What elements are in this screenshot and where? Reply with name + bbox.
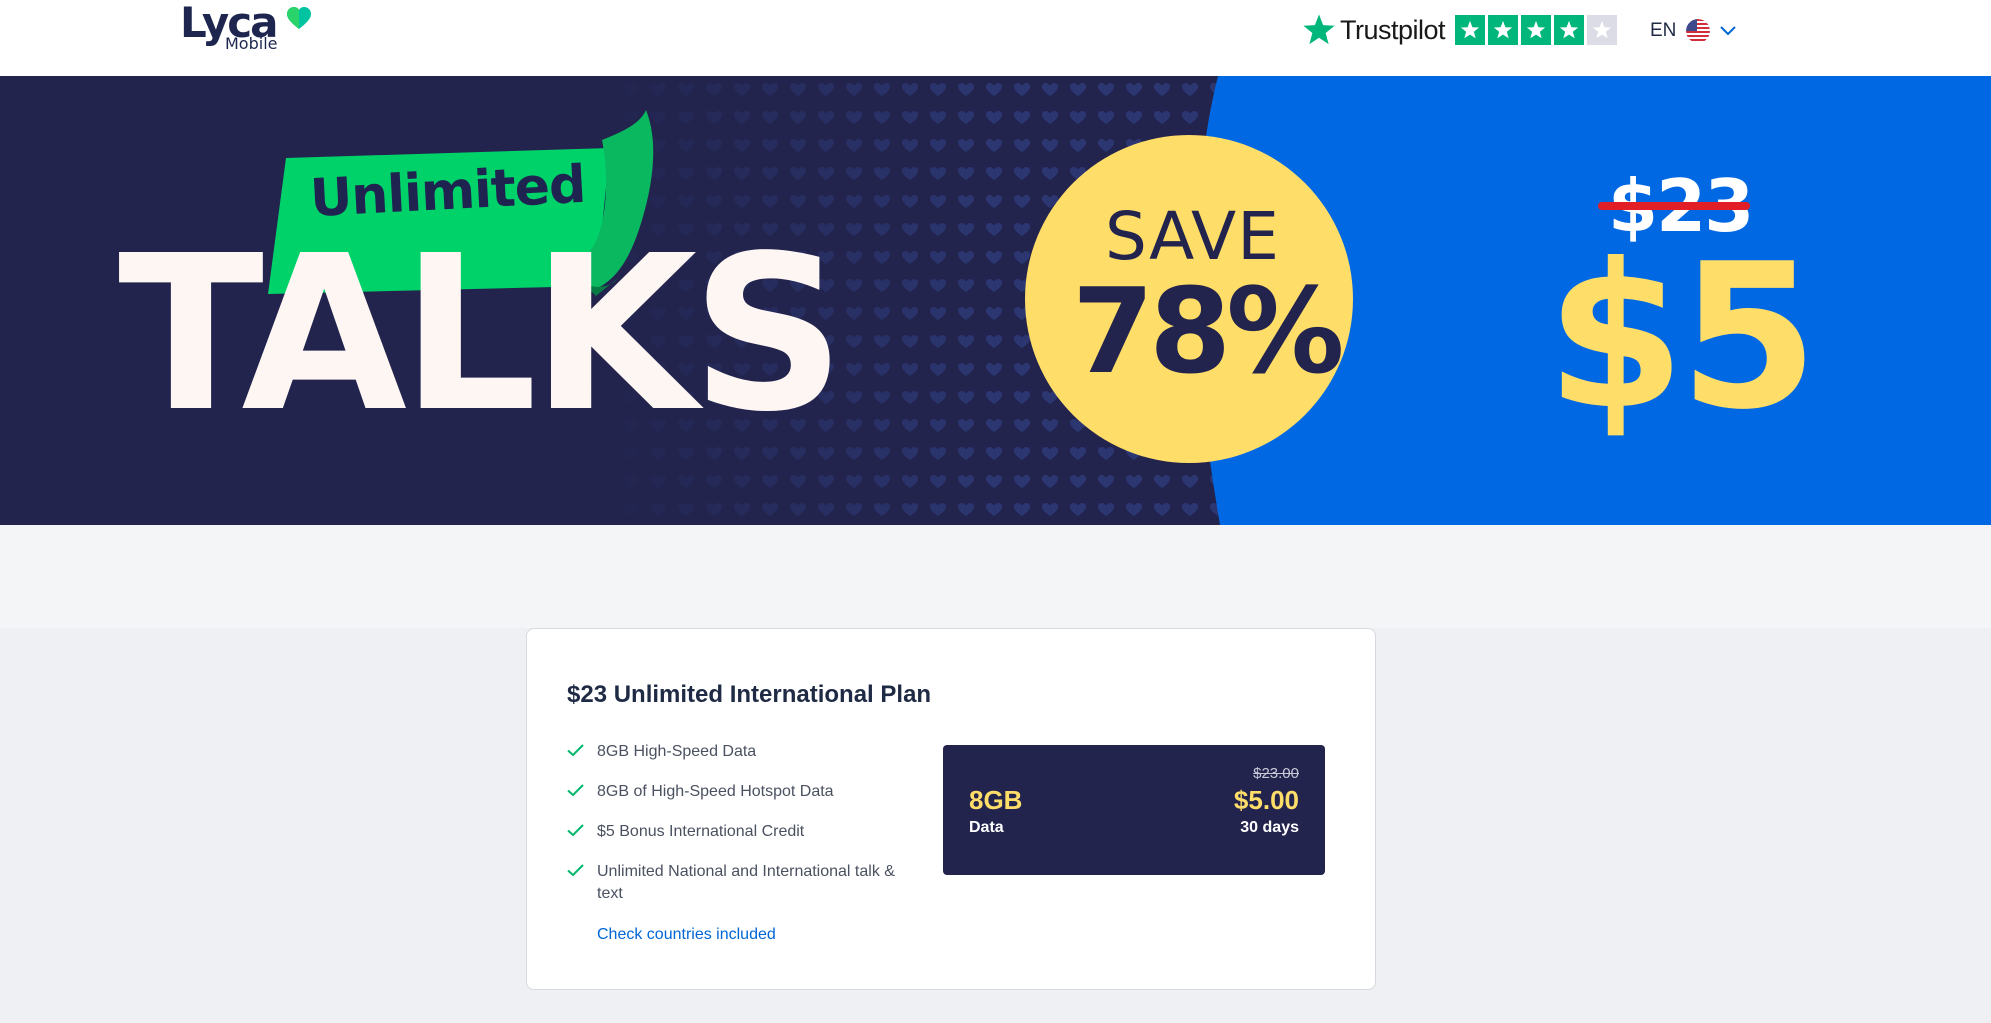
feature-text: 8GB of High-Speed Hotspot Data: [597, 783, 834, 800]
feature-item: 8GB of High-Speed Hotspot Data: [567, 781, 907, 803]
check-icon: [567, 824, 584, 837]
feature-text: Unlimited National and International tal…: [597, 863, 895, 902]
rating-star-5: [1587, 15, 1618, 45]
light-band: [0, 525, 1991, 628]
plan-features: 8GB High-Speed Data 8GB of High-Speed Ho…: [567, 741, 907, 923]
trustpilot-name: Trustpilot: [1340, 14, 1446, 45]
language-code: EN: [1650, 20, 1677, 41]
site-header: Lyca Mobile Trustpilot EN: [0, 0, 1991, 76]
chevron-down-icon: [1720, 26, 1737, 36]
feature-item: 8GB High-Speed Data: [567, 741, 907, 763]
plan-new-price: $5.00: [1233, 785, 1299, 815]
us-flag-icon: [1686, 19, 1711, 43]
star-icon: [1303, 14, 1335, 45]
save-percent: 78%: [1072, 262, 1344, 400]
rating-star-1: [1455, 15, 1486, 45]
heart-icon: [287, 7, 311, 29]
rating-star-3: [1521, 15, 1552, 45]
rating-star-2: [1488, 15, 1519, 45]
plan-price-box[interactable]: 8GB Data $23.00 $5.00 30 days: [943, 745, 1325, 875]
plan-old-price: $23.00: [1253, 765, 1299, 782]
check-icon: [567, 784, 584, 797]
lyca-mobile-logo[interactable]: Lyca Mobile: [180, 0, 320, 56]
plan-title: $23 Unlimited International Plan: [567, 681, 932, 708]
feature-text: 8GB High-Speed Data: [597, 743, 757, 760]
promo-banner[interactable]: Unlimited TALKS SAVE 78% $23 $5: [0, 76, 1991, 525]
check-icon: [567, 864, 584, 877]
logo-sub-text: Mobile: [225, 34, 278, 53]
language-selector[interactable]: EN: [1650, 16, 1737, 46]
check-icon: [567, 744, 584, 757]
trustpilot-rating[interactable]: Trustpilot: [1302, 12, 1618, 48]
feature-text: $5 Bonus International Credit: [597, 823, 805, 840]
check-countries-link[interactable]: Check countries included: [597, 926, 776, 944]
rating-star-4: [1554, 15, 1585, 45]
feature-item: $5 Bonus International Credit: [567, 821, 907, 843]
feature-item: Unlimited National and International tal…: [567, 861, 907, 905]
banner-headline: TALKS: [118, 210, 845, 459]
price-strikethrough: [1598, 202, 1750, 210]
plan-card: $23 Unlimited International Plan 8GB Hig…: [526, 628, 1376, 990]
plan-duration: 30 days: [1240, 819, 1299, 836]
plan-data-amount: 8GB: [969, 785, 1023, 815]
banner-new-price: $5: [1546, 221, 1818, 454]
trustpilot-stars: [1455, 15, 1618, 45]
plan-data-label: Data: [969, 819, 1004, 836]
